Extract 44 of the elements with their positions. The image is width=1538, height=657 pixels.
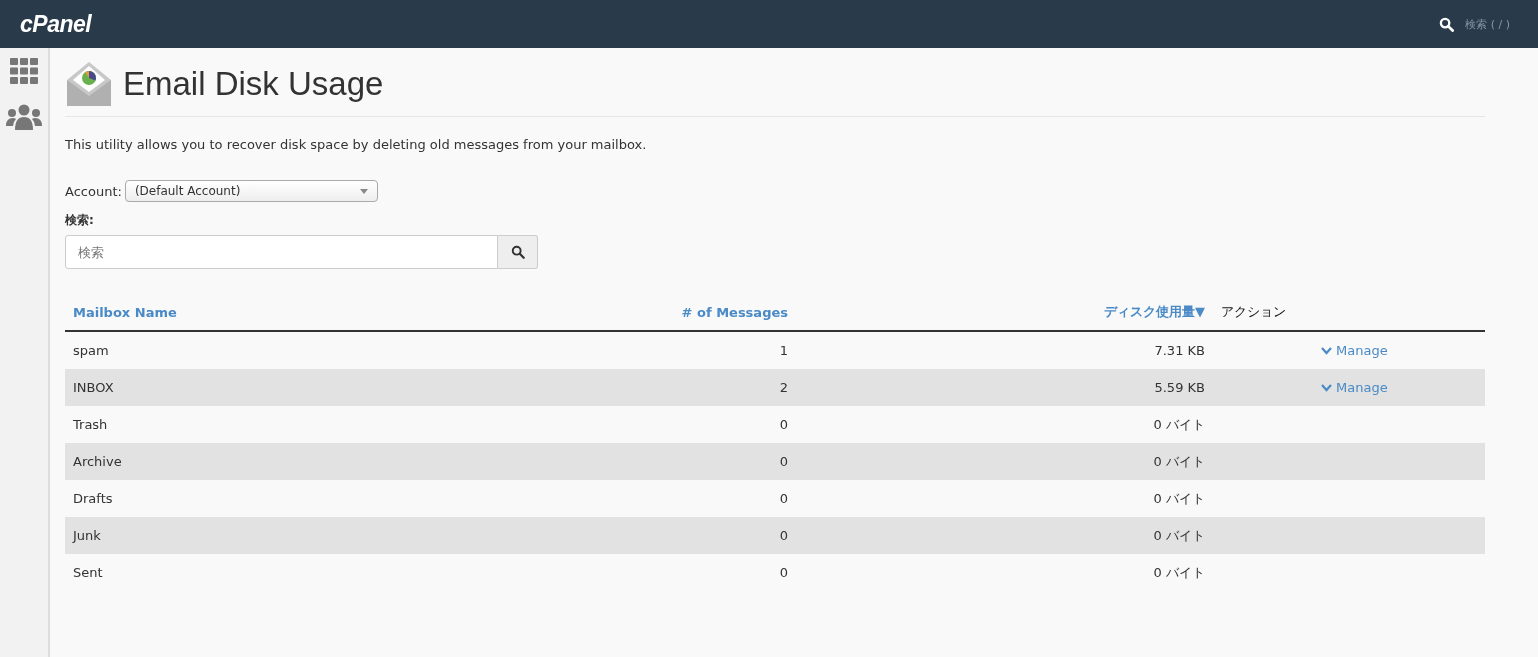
disk-usage: 0 バイト: [1153, 453, 1205, 469]
mailbox-name: Trash: [73, 417, 108, 432]
message-count: 0: [779, 565, 788, 580]
sort-column-header[interactable]: ディスク使用量▼: [1104, 304, 1205, 319]
disk-usage: 0 バイト: [1153, 564, 1205, 580]
envelope-chart-icon: [65, 60, 113, 108]
mailbox-name: spam: [73, 343, 109, 358]
manage-link[interactable]: Manage: [1321, 343, 1388, 359]
page-title: Email Disk Usage: [123, 65, 384, 103]
chevron-down-icon: [1321, 383, 1332, 392]
search-icon[interactable]: [1439, 16, 1455, 32]
disk-usage: 0 バイト: [1153, 527, 1205, 543]
mailbox-name: INBOX: [73, 380, 114, 395]
search-field[interactable]: 検索: [65, 235, 498, 269]
sort-column-header[interactable]: # of Messages: [681, 304, 788, 320]
disk-usage: 5.59 KB: [1154, 380, 1205, 395]
logo[interactable]: cPanel: [20, 10, 92, 38]
sort-column-header[interactable]: Mailbox Name: [73, 304, 177, 320]
disk-usage: 0 バイト: [1153, 490, 1205, 506]
message-count: 0: [779, 454, 788, 469]
grid-icon[interactable]: [10, 58, 38, 84]
dropdown-caret-icon: [359, 188, 368, 194]
disk-usage: 0 バイト: [1153, 416, 1205, 432]
disk-usage: 7.31 KB: [1154, 343, 1205, 358]
mailbox-name: Sent: [73, 565, 103, 580]
mailbox-name: Junk: [73, 528, 101, 543]
column-header: アクション: [1221, 304, 1286, 319]
message-count: 2: [779, 380, 788, 395]
mailbox-name: Drafts: [73, 491, 113, 506]
message-count: 0: [779, 528, 788, 543]
page-description: This utility allows you to recover disk space by deleting old messages from your mailbox.: [65, 137, 648, 152]
message-count: 1: [779, 343, 788, 358]
search-button[interactable]: [498, 235, 538, 269]
account-label: Account:: [65, 183, 122, 199]
search-link[interactable]: 検索 ( / ): [1465, 16, 1510, 32]
users-icon[interactable]: [6, 104, 42, 130]
message-count: 0: [779, 417, 788, 432]
mailbox-name: Archive: [73, 454, 122, 469]
account-select[interactable]: (Default Account): [124, 180, 378, 202]
message-count: 0: [779, 491, 788, 506]
manage-link[interactable]: Manage: [1321, 380, 1388, 396]
search-icon: [510, 245, 525, 259]
chevron-down-icon: [1321, 346, 1332, 355]
search-label: 検索:: [65, 212, 95, 229]
